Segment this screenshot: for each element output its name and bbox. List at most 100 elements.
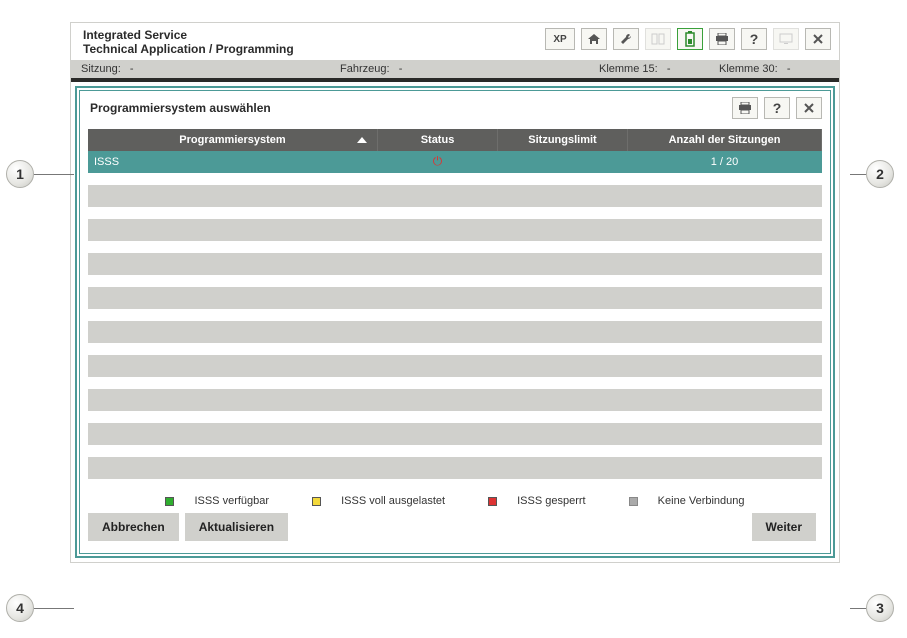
sitzung-value: - (130, 63, 134, 75)
sitzung-label: Sitzung: (81, 63, 121, 75)
wrench-button[interactable] (613, 28, 639, 50)
layout-button[interactable] (645, 28, 671, 50)
xp-button[interactable]: XP (545, 28, 575, 50)
legend-locked-label: ISSS gesperrt (517, 495, 585, 507)
home-icon (587, 33, 601, 45)
main-toolbar: XP (545, 28, 831, 50)
cell-limit (498, 151, 628, 173)
legend-available: ISSS verfügbar (155, 495, 279, 507)
app-header: Integrated Service Technical Application… (71, 23, 839, 60)
footer-spacer (294, 513, 751, 541)
table-row-empty (88, 389, 822, 411)
col-header-count[interactable]: Anzahl der Sitzungen (628, 129, 822, 151)
title-block: Integrated Service Technical Application… (83, 28, 545, 56)
dialog-header: Programmiersystem auswählen ? (80, 91, 830, 125)
fahrzeug-value: - (399, 63, 403, 75)
legend-full-label: ISSS voll ausgelastet (341, 495, 445, 507)
table-row-empty (88, 185, 822, 207)
dialog-header-buttons: ? (732, 97, 822, 119)
dialog-print-button[interactable] (732, 97, 758, 119)
cell-count: 1 / 20 (628, 151, 822, 173)
print-icon (715, 33, 729, 45)
callout-1: 1 (6, 160, 74, 188)
legend: ISSS verfügbar ISSS voll ausgelastet ISS… (88, 495, 822, 507)
sort-asc-icon (357, 137, 367, 143)
callout-line (850, 608, 866, 609)
dialog-close-button[interactable] (796, 97, 822, 119)
klemme15-value: - (667, 63, 671, 75)
klemme30-value: - (787, 63, 791, 75)
cancel-button[interactable]: Abbrechen (88, 513, 179, 541)
refresh-button[interactable]: Aktualisieren (185, 513, 288, 541)
table-row[interactable]: ISSS 1 / 20 (88, 151, 822, 173)
callout-line (850, 174, 866, 175)
dialog-inner: Programmiersystem auswählen ? (79, 90, 831, 554)
dot-red-icon (488, 497, 497, 506)
monitor-button[interactable] (773, 28, 799, 50)
help-icon: ? (750, 31, 759, 47)
table-row-empty (88, 253, 822, 275)
monitor-icon (779, 33, 793, 45)
legend-noconn: Keine Verbindung (619, 495, 755, 507)
table-row-empty (88, 287, 822, 309)
status-bar: Sitzung: - Fahrzeug: - Klemme 15: - Klem… (71, 60, 839, 78)
callout-2: 2 (850, 160, 894, 188)
table-row-empty (88, 423, 822, 445)
callout-4: 4 (6, 594, 74, 622)
callout-1-number: 1 (6, 160, 34, 188)
close-icon (803, 102, 815, 114)
klemme30-label: Klemme 30: (719, 63, 778, 75)
callout-line (34, 608, 74, 609)
app-title-line1: Integrated Service (83, 28, 545, 42)
cell-status (378, 151, 498, 173)
app-window: Integrated Service Technical Application… (70, 22, 840, 563)
layout-icon (651, 33, 665, 45)
dialog-footer: Abbrechen Aktualisieren Weiter (88, 513, 822, 541)
print-icon (738, 102, 752, 114)
dot-yellow-icon (312, 497, 321, 506)
status-klemme15: Klemme 15: - (599, 63, 719, 75)
status-sitzung: Sitzung: - (81, 63, 340, 75)
home-button[interactable] (581, 28, 607, 50)
close-app-button[interactable] (805, 28, 831, 50)
legend-full: ISSS voll ausgelastet (302, 495, 455, 507)
dialog-frame: Programmiersystem auswählen ? (75, 86, 835, 558)
app-title-line2: Technical Application / Programming (83, 42, 545, 56)
callout-2-number: 2 (866, 160, 894, 188)
next-button[interactable]: Weiter (752, 513, 816, 541)
col-header-limit[interactable]: Sitzungslimit (498, 129, 628, 151)
status-klemme30: Klemme 30: - (719, 63, 829, 75)
dot-gray-icon (629, 497, 638, 506)
col-header-status[interactable]: Status (378, 129, 498, 151)
help-icon: ? (773, 100, 782, 116)
locked-status-icon (433, 156, 443, 168)
dialog-title: Programmiersystem auswählen (90, 101, 732, 115)
help-button[interactable]: ? (741, 28, 767, 50)
col-header-system-label: Programmiersystem (179, 134, 285, 146)
system-table: Programmiersystem Status Sitzungslimit A… (88, 129, 822, 479)
legend-noconn-label: Keine Verbindung (658, 495, 745, 507)
battery-icon (685, 31, 695, 47)
legend-locked: ISSS gesperrt (478, 495, 595, 507)
table-header: Programmiersystem Status Sitzungslimit A… (88, 129, 822, 151)
legend-available-label: ISSS verfügbar (194, 495, 269, 507)
callout-4-number: 4 (6, 594, 34, 622)
table-row-empty (88, 457, 822, 479)
dialog-help-button[interactable]: ? (764, 97, 790, 119)
wrench-icon (619, 32, 633, 46)
col-header-system[interactable]: Programmiersystem (88, 129, 378, 151)
dialog-wrap: Programmiersystem auswählen ? (71, 82, 839, 562)
print-button[interactable] (709, 28, 735, 50)
table-row-empty (88, 219, 822, 241)
callout-3: 3 (850, 594, 894, 622)
table-row-empty (88, 321, 822, 343)
callout-line (34, 174, 74, 175)
close-icon (812, 33, 824, 45)
fahrzeug-label: Fahrzeug: (340, 63, 390, 75)
battery-button[interactable] (677, 28, 703, 50)
dot-green-icon (165, 497, 174, 506)
cell-system: ISSS (88, 151, 378, 173)
status-fahrzeug: Fahrzeug: - (340, 63, 599, 75)
klemme15-label: Klemme 15: (599, 63, 658, 75)
table-row-empty (88, 355, 822, 377)
